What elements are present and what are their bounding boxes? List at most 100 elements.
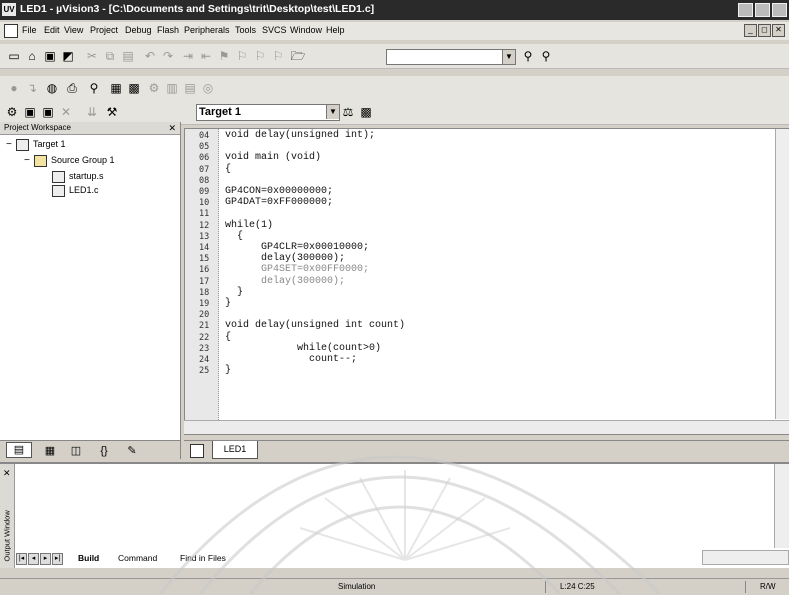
- open-file-icon[interactable]: ⌂: [24, 48, 40, 64]
- indent-icon[interactable]: ⇥: [180, 48, 196, 64]
- tab-led1[interactable]: LED1: [212, 441, 258, 459]
- prev-bookmark-icon[interactable]: ⚐: [234, 48, 250, 64]
- window-icon[interactable]: ▦: [108, 80, 124, 96]
- find-in-files-icon[interactable]: 🗁: [290, 48, 306, 64]
- mdi-minimize-button[interactable]: _: [744, 24, 757, 37]
- find-next-icon[interactable]: ⚲: [538, 48, 554, 64]
- copy-icon[interactable]: ⧉: [102, 48, 118, 64]
- options-icon[interactable]: ⚖: [340, 104, 356, 120]
- menu-file[interactable]: File: [22, 25, 37, 35]
- menu-project[interactable]: Project: [90, 25, 118, 35]
- code-editor[interactable]: 04 05 06 07 08 09 10 11 12 13 14 15 16 17 18 19 20 21 22 23…: [184, 128, 789, 435]
- menu-window[interactable]: Window: [290, 25, 322, 35]
- print-icon[interactable]: ⎙: [64, 80, 80, 96]
- toggle-breakpoint-icon[interactable]: ●: [6, 80, 22, 96]
- code-line[interactable]: {: [225, 164, 231, 175]
- document-icon[interactable]: [4, 24, 18, 38]
- menu-debug[interactable]: Debug: [125, 25, 152, 35]
- code-line[interactable]: void delay(unsigned int count): [225, 320, 405, 331]
- menu-help[interactable]: Help: [326, 25, 345, 35]
- rebuild-all-icon[interactable]: ▣: [40, 104, 56, 120]
- output-window-icon[interactable]: ▩: [126, 80, 142, 96]
- first-tab-icon[interactable]: |◂: [16, 553, 27, 565]
- build-target-icon[interactable]: ▣: [22, 104, 38, 120]
- code-line[interactable]: delay(300000);: [225, 253, 345, 264]
- paste-icon[interactable]: ▤: [120, 48, 136, 64]
- menu-edit[interactable]: Edit: [44, 25, 60, 35]
- undo-icon[interactable]: ↶: [142, 48, 158, 64]
- minimize-button[interactable]: [738, 3, 753, 17]
- zoom-icon[interactable]: ⚲: [86, 80, 102, 96]
- find-icon[interactable]: ⚲: [520, 48, 536, 64]
- chevron-down-icon[interactable]: ▼: [326, 105, 339, 119]
- manage-components-icon[interactable]: ▩: [358, 104, 374, 120]
- tab-command[interactable]: Command: [118, 552, 157, 565]
- collapse-icon[interactable]: −: [24, 155, 34, 167]
- code-line[interactable]: delay(300000);: [225, 276, 345, 287]
- compile-icon[interactable]: ⚙: [4, 104, 20, 120]
- collapse-icon[interactable]: −: [6, 139, 16, 151]
- code-line[interactable]: void main (void): [225, 152, 321, 163]
- next-bookmark-icon[interactable]: ⚐: [252, 48, 268, 64]
- bookmark-icon[interactable]: ⚑: [216, 48, 232, 64]
- tree-item-startup[interactable]: startup.s: [52, 170, 104, 183]
- memory-icon[interactable]: ▥: [164, 80, 180, 96]
- new-file-icon[interactable]: ▭: [6, 48, 22, 64]
- mdi-restore-button[interactable]: ◻: [758, 24, 771, 37]
- menu-flash[interactable]: Flash: [157, 25, 179, 35]
- unindent-icon[interactable]: ⇤: [198, 48, 214, 64]
- prev-tab-icon[interactable]: ◂: [28, 553, 39, 565]
- download-icon[interactable]: ⇊: [84, 104, 100, 120]
- menu-peripherals[interactable]: Peripherals: [184, 25, 230, 35]
- horizontal-scrollbar[interactable]: [184, 420, 789, 434]
- code-line[interactable]: GP4SET=0x00FF0000;: [225, 264, 369, 275]
- code-line[interactable]: GP4DAT=0xFF000000;: [225, 197, 333, 208]
- tree-item-led1[interactable]: LED1.c: [52, 184, 99, 197]
- code-line[interactable]: void delay(unsigned int);: [225, 130, 375, 141]
- books-tab[interactable]: ◫: [64, 444, 88, 458]
- functions-tab[interactable]: {}: [92, 444, 116, 458]
- clear-bookmarks-icon[interactable]: ⚐: [270, 48, 286, 64]
- save-all-icon[interactable]: ◩: [60, 48, 76, 64]
- registers-icon[interactable]: ▤: [182, 80, 198, 96]
- tree-item-target[interactable]: − Target 1: [6, 138, 66, 151]
- output-vertical-scrollbar[interactable]: [774, 464, 789, 548]
- last-tab-icon[interactable]: ▸|: [52, 553, 63, 565]
- code-line[interactable]: GP4CON=0x00000000;: [225, 186, 333, 197]
- templates-tab[interactable]: ✎: [120, 444, 144, 458]
- code-line[interactable]: count--;: [225, 354, 357, 365]
- tab-build[interactable]: Build: [78, 552, 99, 565]
- output-horizontal-scrollbar[interactable]: [702, 550, 789, 565]
- cut-icon[interactable]: ✂: [84, 48, 100, 64]
- maximize-button[interactable]: [755, 3, 770, 17]
- code-line[interactable]: GP4CLR=0x00010000;: [225, 242, 369, 253]
- chevron-down-icon[interactable]: ▼: [502, 50, 515, 64]
- files-tab[interactable]: ▤: [6, 442, 32, 458]
- regs-tab[interactable]: ▦: [38, 444, 62, 458]
- close-button[interactable]: [772, 3, 787, 17]
- tab-find-in-files[interactable]: Find in Files: [180, 552, 226, 565]
- menu-svcs[interactable]: SVCS: [262, 25, 287, 35]
- menu-view[interactable]: View: [64, 25, 83, 35]
- stop-build-icon[interactable]: ✕: [58, 104, 74, 120]
- code-line[interactable]: while(1): [225, 220, 273, 231]
- menu-tools[interactable]: Tools: [235, 25, 256, 35]
- code-line[interactable]: {: [225, 332, 231, 343]
- find-combobox[interactable]: ▼: [386, 49, 516, 65]
- target-options-icon[interactable]: ⚒: [104, 104, 120, 120]
- code-line[interactable]: }: [225, 298, 231, 309]
- settings-icon[interactable]: ⚙: [146, 80, 162, 96]
- step-icon[interactable]: ↴: [24, 80, 40, 96]
- target-selector[interactable]: Target 1 ▼: [196, 104, 340, 121]
- browse-icon[interactable]: ◍: [44, 80, 60, 96]
- save-icon[interactable]: ▣: [42, 48, 58, 64]
- vertical-scrollbar[interactable]: [775, 129, 789, 419]
- code-line[interactable]: {: [225, 231, 243, 242]
- redo-icon[interactable]: ↷: [160, 48, 176, 64]
- tree-item-source-group[interactable]: − Source Group 1: [24, 154, 115, 167]
- next-tab-icon[interactable]: ▸: [40, 553, 51, 565]
- code-line[interactable]: }: [225, 287, 243, 298]
- close-icon[interactable]: ✕: [168, 122, 176, 134]
- code-line[interactable]: }: [225, 365, 231, 376]
- watch-icon[interactable]: ◎: [200, 80, 216, 96]
